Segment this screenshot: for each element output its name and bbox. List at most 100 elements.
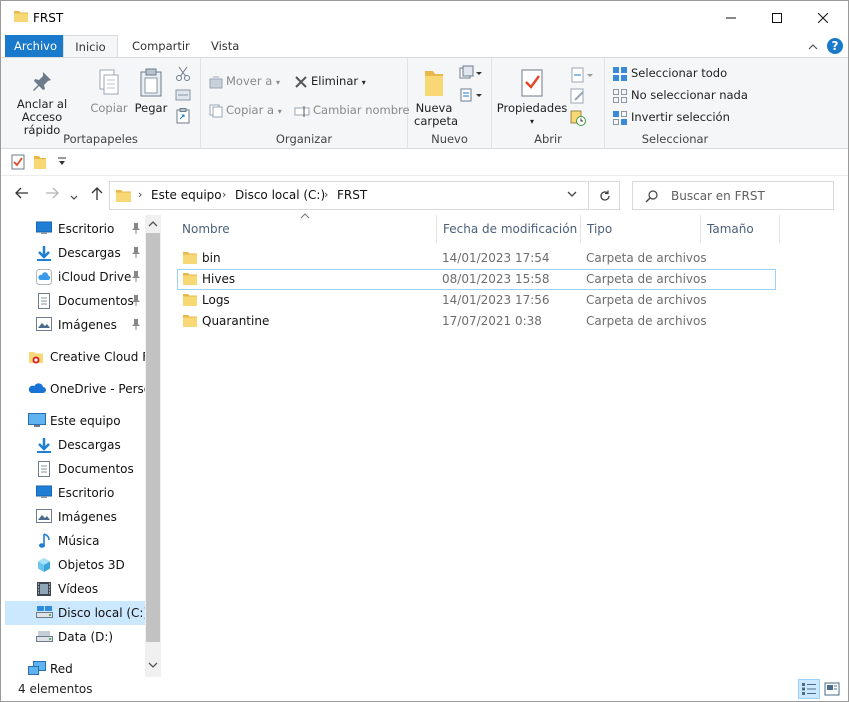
- paste-button[interactable]: Pegar: [131, 68, 171, 115]
- breadcrumb-frst[interactable]: FRST: [337, 188, 367, 202]
- nav-item-videos[interactable]: Vídeos: [5, 577, 145, 601]
- nav-item-label: Vídeos: [58, 582, 99, 596]
- new-item-icon[interactable]: [459, 65, 483, 84]
- rename-button[interactable]: Cambiar nombre: [294, 100, 410, 120]
- nav-scrollbar[interactable]: [145, 215, 161, 677]
- properties-button[interactable]: Propiedades ▾: [496, 68, 568, 128]
- minimize-icon: [726, 17, 736, 18]
- tab-compartir[interactable]: Compartir: [124, 35, 198, 57]
- refresh-button[interactable]: [590, 181, 620, 210]
- nav-item-disco-local-c[interactable]: Disco local (C:): [5, 601, 145, 625]
- nav-item-descargas-pc[interactable]: Descargas: [5, 433, 145, 457]
- back-button[interactable]: [15, 187, 29, 203]
- tab-archivo[interactable]: Archivo: [5, 35, 66, 57]
- pin-icon[interactable]: [131, 294, 141, 309]
- file-date: 08/01/2023 15:58: [442, 272, 550, 286]
- scrollbar-thumb[interactable]: [146, 233, 160, 642]
- recent-locations-button[interactable]: [70, 189, 78, 205]
- pin-icon[interactable]: [131, 318, 141, 333]
- properties-icon[interactable]: [11, 154, 25, 173]
- nav-item-este-equipo[interactable]: Este equipo: [5, 409, 145, 433]
- nav-item-escritorio[interactable]: Escritorio: [5, 217, 145, 241]
- pin-icon[interactable]: [131, 270, 141, 285]
- forward-button[interactable]: [45, 187, 59, 203]
- move-to-button[interactable]: Mover a ▾: [209, 71, 280, 91]
- group-label-seleccionar: Seleccionar: [641, 132, 709, 146]
- rename-label: Cambiar nombre: [313, 103, 410, 117]
- properties-label: Propiedades: [496, 101, 568, 115]
- file-row-bin[interactable]: bin 14/01/2023 17:54 Carpeta de archivos: [177, 248, 776, 269]
- large-icons-view-button[interactable]: [821, 679, 843, 699]
- nav-item-label: Este equipo: [50, 414, 121, 428]
- file-row-logs[interactable]: Logs 14/01/2023 17:56 Carpeta de archivo…: [177, 290, 776, 311]
- help-icon[interactable]: ?: [827, 38, 843, 54]
- nav-item-label: Documentos: [58, 294, 134, 308]
- pin-icon[interactable]: [131, 246, 141, 261]
- column-header-nombre[interactable]: Nombre: [176, 215, 437, 243]
- nav-item-label: Escritorio: [58, 222, 115, 236]
- search-input[interactable]: [671, 186, 826, 206]
- file-row-hives[interactable]: Hives 08/01/2023 15:58 Carpeta de archiv…: [177, 269, 776, 290]
- arrow-up-icon: [91, 187, 103, 200]
- breadcrumb-separator[interactable]: ›: [324, 188, 328, 201]
- breadcrumb-este-equipo[interactable]: Este equipo: [151, 188, 222, 202]
- collapse-ribbon-button[interactable]: [808, 40, 818, 54]
- delete-button[interactable]: Eliminar ▾: [294, 71, 366, 91]
- refresh-icon: [599, 190, 610, 201]
- tab-vista[interactable]: Vista: [203, 35, 247, 57]
- nav-item-documentos-pc[interactable]: Documentos: [5, 457, 145, 481]
- address-bar[interactable]: › Este equipo › Disco local (C:) › FRST: [109, 181, 589, 210]
- tab-inicio[interactable]: Inicio: [63, 35, 118, 59]
- file-row-quarantine[interactable]: Quarantine 17/07/2021 0:38 Carpeta de ar…: [177, 311, 776, 332]
- easy-access-icon[interactable]: [459, 87, 483, 106]
- up-button[interactable]: [91, 187, 103, 205]
- pin-icon: [33, 72, 51, 91]
- invert-selection-button[interactable]: Invertir selección: [612, 107, 730, 127]
- nav-item-data-d[interactable]: Data (D:): [5, 625, 145, 649]
- customize-toolbar-icon[interactable]: [57, 155, 67, 169]
- music-icon: [38, 533, 52, 552]
- pin-label: Anclar al Acceso rápido: [16, 97, 68, 137]
- scroll-up-icon[interactable]: [148, 219, 158, 230]
- nav-item-imagenes-pc[interactable]: Imágenes: [5, 505, 145, 529]
- column-header-tamano[interactable]: Tamaño: [701, 215, 780, 243]
- folder-icon[interactable]: [33, 154, 47, 173]
- address-row: › Este equipo › Disco local (C:) › FRST: [1, 177, 848, 215]
- nav-item-imagenes[interactable]: Imágenes: [5, 313, 145, 337]
- nav-item-label: Escritorio: [58, 486, 115, 500]
- nav-item-icloud-drive[interactable]: iCloud Drive: [5, 265, 145, 289]
- pin-quick-access-button[interactable]: Anclar al Acceso rápido: [9, 70, 75, 137]
- copy-path-icon[interactable]: [175, 89, 191, 104]
- select-none-button[interactable]: No seleccionar nada: [612, 85, 748, 105]
- open-icon[interactable]: [570, 67, 594, 86]
- breadcrumb-separator[interactable]: ›: [222, 188, 226, 201]
- new-folder-button[interactable]: Nueva carpeta: [414, 68, 458, 128]
- paste-shortcut-icon[interactable]: [176, 108, 190, 127]
- nav-item-musica[interactable]: Música: [5, 529, 145, 553]
- nav-item-escritorio-pc[interactable]: Escritorio: [5, 481, 145, 505]
- maximize-button[interactable]: [754, 1, 800, 34]
- column-header-tipo[interactable]: Tipo: [581, 215, 701, 243]
- cut-icon[interactable]: [175, 66, 191, 85]
- nav-item-objetos-3d[interactable]: Objetos 3D: [5, 553, 145, 577]
- nav-item-onedrive[interactable]: OneDrive - Persor: [5, 377, 145, 401]
- nav-item-creative-cloud[interactable]: Creative Cloud Fil: [5, 345, 145, 369]
- address-dropdown-button[interactable]: [567, 187, 577, 201]
- edit-icon[interactable]: [570, 88, 586, 107]
- column-header-fecha[interactable]: Fecha de modificación: [437, 215, 581, 243]
- file-name: Hives: [202, 272, 236, 286]
- close-button[interactable]: [800, 1, 846, 34]
- details-view-button[interactable]: [798, 679, 820, 699]
- copy-button[interactable]: Copiar: [87, 68, 131, 115]
- breadcrumb-separator[interactable]: ›: [138, 188, 142, 201]
- history-icon[interactable]: [570, 110, 586, 129]
- scroll-down-icon[interactable]: [148, 660, 158, 671]
- copy-to-button[interactable]: Copiar a ▾: [209, 100, 282, 120]
- pin-icon[interactable]: [131, 222, 141, 237]
- nav-item-documentos[interactable]: Documentos: [5, 289, 145, 313]
- search-box[interactable]: [632, 181, 834, 210]
- breadcrumb-disco-local[interactable]: Disco local (C:): [235, 188, 325, 202]
- minimize-button[interactable]: [708, 1, 754, 34]
- nav-item-descargas[interactable]: Descargas: [5, 241, 145, 265]
- select-all-button[interactable]: Seleccionar todo: [612, 63, 727, 83]
